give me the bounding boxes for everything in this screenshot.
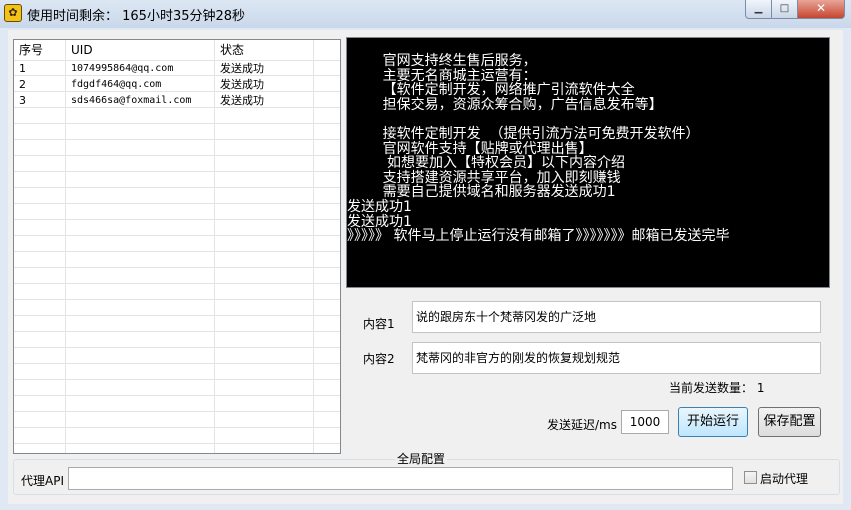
cell-index: 2 bbox=[19, 78, 26, 91]
column-header-status[interactable]: 状态 bbox=[215, 40, 314, 61]
enable-proxy-checkbox[interactable] bbox=[744, 471, 757, 484]
enable-proxy-label[interactable]: 启动代理 bbox=[760, 470, 808, 487]
log-line: 官网支持终生售后服务， bbox=[347, 53, 537, 69]
account-table[interactable]: 序号 UID 状态 1 1074995864@qq.com 发送成功 2 fdg… bbox=[13, 39, 341, 454]
log-line: 发送成功1 bbox=[347, 198, 412, 215]
log-line: 发送成功1 bbox=[347, 213, 412, 230]
title-bar: ✿ 使用时间剩余： 165小时35分钟28秒 ▁ □ ✕ bbox=[0, 0, 851, 28]
global-config-title: 全局配置 bbox=[395, 452, 448, 466]
log-line: 接软件定制开发 （提供引流方法可免费开发软件） bbox=[347, 125, 700, 142]
column-header-uid[interactable]: UID bbox=[66, 40, 215, 61]
content1-label: 内容1 bbox=[363, 317, 395, 331]
table-row[interactable]: 2 fdgdf464@qq.com 发送成功 bbox=[14, 77, 340, 93]
maximize-button[interactable]: □ bbox=[772, 0, 798, 19]
log-line: 》》》》》 软件马上停止运行没有邮箱了》》》》》》》邮箱已发送完毕 bbox=[347, 228, 730, 245]
start-button[interactable]: 开始运行 bbox=[678, 407, 748, 437]
cell-uid: 1074995864@qq.com bbox=[71, 63, 174, 74]
minimize-button[interactable]: ▁ bbox=[745, 0, 772, 19]
column-header-index[interactable]: 序号 bbox=[14, 40, 66, 61]
cell-index: 1 bbox=[19, 62, 26, 75]
window-controls: ▁ □ ✕ bbox=[745, 0, 845, 19]
log-line: 需要自己提供域名和服务器发送成功1 bbox=[347, 184, 616, 201]
log-line: 如想要加入【特权会员】以下内容介绍 bbox=[347, 155, 626, 172]
content1-input[interactable]: 说的跟房东十个梵蒂冈发的广泛地 bbox=[412, 301, 821, 333]
cell-index: 3 bbox=[19, 94, 26, 107]
log-line: 官网软件支持【贴牌或代理出售】 bbox=[347, 140, 593, 157]
send-count-label: 当前发送数量： 1 bbox=[669, 381, 765, 395]
log-line: 担保交易，资源众筹合购，广告信息发布等】 bbox=[347, 96, 663, 113]
table-header: 序号 UID 状态 bbox=[14, 40, 340, 61]
table-body: 1 1074995864@qq.com 发送成功 2 fdgdf464@qq.c… bbox=[14, 61, 340, 109]
delay-label: 发送延迟/ms bbox=[547, 418, 617, 432]
cell-status: 发送成功 bbox=[220, 62, 264, 75]
app-logo-icon: ✿ bbox=[4, 4, 22, 22]
client-area: 序号 UID 状态 1 1074995864@qq.com 发送成功 2 fdg… bbox=[8, 30, 843, 504]
save-config-button[interactable]: 保存配置 bbox=[758, 407, 821, 437]
delay-input[interactable]: 1000 bbox=[621, 410, 669, 434]
close-button[interactable]: ✕ bbox=[798, 0, 845, 19]
log-line: 支持搭建资源共享平台，加入即刻赚钱 bbox=[347, 169, 621, 186]
cell-status: 发送成功 bbox=[220, 94, 264, 107]
cell-uid: sds466sa@foxmail.com bbox=[71, 95, 192, 106]
log-line: 【软件定制开发，网络推广引流软件大全 bbox=[347, 82, 635, 99]
proxy-api-label: 代理API bbox=[21, 474, 64, 488]
content2-label: 内容2 bbox=[363, 352, 395, 366]
table-row[interactable]: 3 sds466sa@foxmail.com 发送成功 bbox=[14, 93, 340, 109]
table-row[interactable]: 1 1074995864@qq.com 发送成功 bbox=[14, 61, 340, 77]
cell-status: 发送成功 bbox=[220, 78, 264, 91]
window-title: 使用时间剩余： 165小时35分钟28秒 bbox=[27, 9, 246, 24]
log-console[interactable]: 官网支持终生售后服务， 主要无名商城主运营有： 【软件定制开发，网络推广引流软件… bbox=[346, 37, 830, 288]
log-line: 主要无名商城主运营有： bbox=[347, 67, 537, 84]
proxy-api-input[interactable] bbox=[68, 467, 733, 490]
cell-uid: fdgdf464@qq.com bbox=[71, 79, 162, 90]
content2-input[interactable]: 梵蒂冈的非官方的刚发的恢复规划规范 bbox=[412, 342, 821, 374]
